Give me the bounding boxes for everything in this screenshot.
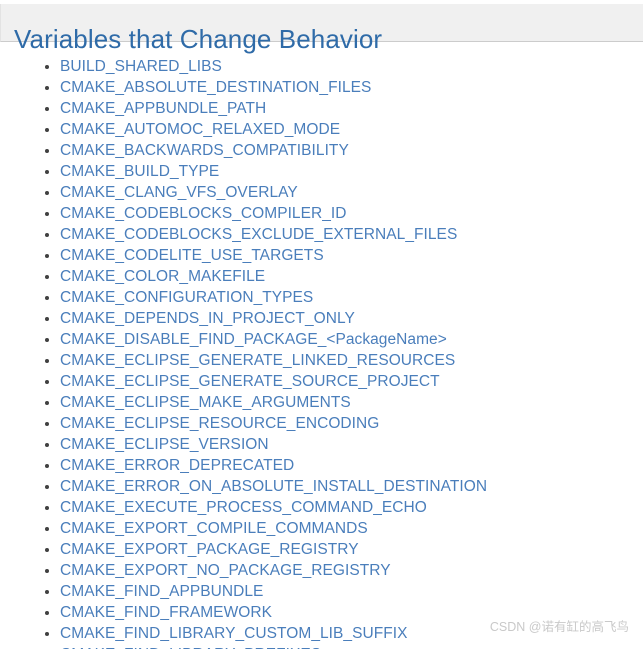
variable-link[interactable]: CMAKE_FIND_APPBUNDLE: [60, 583, 263, 600]
list-item[interactable]: CMAKE_ECLIPSE_GENERATE_SOURCE_PROJECT: [0, 371, 643, 392]
variable-link[interactable]: CMAKE_CONFIGURATION_TYPES: [60, 289, 313, 306]
variable-link[interactable]: CMAKE_ECLIPSE_MAKE_ARGUMENTS: [60, 394, 351, 411]
list-item[interactable]: CMAKE_EXPORT_PACKAGE_REGISTRY: [0, 539, 643, 560]
list-item[interactable]: CMAKE_EXECUTE_PROCESS_COMMAND_ECHO: [0, 497, 643, 518]
variable-link[interactable]: CMAKE_FIND_FRAMEWORK: [60, 604, 272, 621]
bullet-icon: [45, 464, 49, 468]
list-item[interactable]: CMAKE_CLANG_VFS_OVERLAY: [0, 182, 643, 203]
variable-link[interactable]: CMAKE_ECLIPSE_RESOURCE_ENCODING: [60, 415, 379, 432]
variable-link[interactable]: CMAKE_BUILD_TYPE: [60, 163, 219, 180]
variable-link[interactable]: CMAKE_BACKWARDS_COMPATIBILITY: [60, 142, 349, 159]
variable-link[interactable]: CMAKE_DISABLE_FIND_PACKAGE_<PackageName>: [60, 331, 447, 348]
list-item[interactable]: CMAKE_DEPENDS_IN_PROJECT_ONLY: [0, 308, 643, 329]
list-item[interactable]: CMAKE_DISABLE_FIND_PACKAGE_<PackageName>: [0, 329, 643, 350]
variable-link[interactable]: CMAKE_COLOR_MAKEFILE: [60, 268, 265, 285]
variable-link[interactable]: CMAKE_ERROR_DEPRECATED: [60, 457, 294, 474]
list-item[interactable]: CMAKE_CONFIGURATION_TYPES: [0, 287, 643, 308]
bullet-icon: [45, 548, 49, 552]
list-item[interactable]: CMAKE_APPBUNDLE_PATH: [0, 98, 643, 119]
bullet-icon: [45, 65, 49, 69]
variable-link[interactable]: CMAKE_CODEBLOCKS_EXCLUDE_EXTERNAL_FILES: [60, 226, 457, 243]
list-item[interactable]: CMAKE_ABSOLUTE_DESTINATION_FILES: [0, 77, 643, 98]
bullet-icon: [45, 107, 49, 111]
section-header-bar: Variables that Change Behavior: [0, 4, 643, 54]
variable-link[interactable]: CMAKE_APPBUNDLE_PATH: [60, 100, 266, 117]
bullet-icon: [45, 611, 49, 615]
bullet-icon: [45, 443, 49, 447]
document-page: Variables that Change Behavior BUILD_SHA…: [0, 0, 643, 649]
list-item[interactable]: CMAKE_BACKWARDS_COMPATIBILITY: [0, 140, 643, 161]
bullet-icon: [45, 212, 49, 216]
variable-link[interactable]: CMAKE_ECLIPSE_GENERATE_LINKED_RESOURCES: [60, 352, 455, 369]
variable-link[interactable]: CMAKE_EXPORT_PACKAGE_REGISTRY: [60, 541, 359, 558]
list-item[interactable]: CMAKE_ERROR_ON_ABSOLUTE_INSTALL_DESTINAT…: [0, 476, 643, 497]
bullet-icon: [45, 338, 49, 342]
list-item[interactable]: CMAKE_CODEBLOCKS_EXCLUDE_EXTERNAL_FILES: [0, 224, 643, 245]
bullet-icon: [45, 632, 49, 636]
variable-link[interactable]: CMAKE_DEPENDS_IN_PROJECT_ONLY: [60, 310, 355, 327]
variable-link[interactable]: CMAKE_EXECUTE_PROCESS_COMMAND_ECHO: [60, 499, 427, 516]
list-item[interactable]: CMAKE_ECLIPSE_GENERATE_LINKED_RESOURCES: [0, 350, 643, 371]
bullet-icon: [45, 401, 49, 405]
list-item[interactable]: CMAKE_FIND_LIBRARY_PREFIXES: [0, 644, 643, 649]
bullet-icon: [45, 527, 49, 531]
variable-link[interactable]: CMAKE_ABSOLUTE_DESTINATION_FILES: [60, 79, 371, 96]
variable-link[interactable]: BUILD_SHARED_LIBS: [60, 58, 222, 75]
list-item[interactable]: CMAKE_FIND_LIBRARY_CUSTOM_LIB_SUFFIX: [0, 623, 643, 644]
bullet-icon: [45, 590, 49, 594]
list-item[interactable]: BUILD_SHARED_LIBS: [0, 56, 643, 77]
bullet-icon: [45, 275, 49, 279]
variable-link[interactable]: CMAKE_CODELITE_USE_TARGETS: [60, 247, 324, 264]
list-item[interactable]: CMAKE_ECLIPSE_VERSION: [0, 434, 643, 455]
list-item[interactable]: CMAKE_COLOR_MAKEFILE: [0, 266, 643, 287]
variable-list: BUILD_SHARED_LIBS CMAKE_ABSOLUTE_DESTINAT…: [0, 43, 643, 649]
list-item[interactable]: CMAKE_ECLIPSE_MAKE_ARGUMENTS: [0, 392, 643, 413]
list-item[interactable]: CMAKE_AUTOMOC_RELAXED_MODE: [0, 119, 643, 140]
list-item[interactable]: CMAKE_BUILD_TYPE: [0, 161, 643, 182]
variable-link[interactable]: CMAKE_ECLIPSE_GENERATE_SOURCE_PROJECT: [60, 373, 440, 390]
list-item[interactable]: CMAKE_ERROR_DEPRECATED: [0, 455, 643, 476]
variable-link[interactable]: CMAKE_FIND_LIBRARY_CUSTOM_LIB_SUFFIX: [60, 625, 408, 642]
bullet-icon: [45, 317, 49, 321]
list-item[interactable]: CMAKE_CODELITE_USE_TARGETS: [0, 245, 643, 266]
bullet-icon: [45, 86, 49, 90]
list-item[interactable]: CMAKE_CODEBLOCKS_COMPILER_ID: [0, 203, 643, 224]
bullet-icon: [45, 506, 49, 510]
bullet-icon: [45, 485, 49, 489]
variable-link[interactable]: CMAKE_AUTOMOC_RELAXED_MODE: [60, 121, 340, 138]
bullet-icon: [45, 170, 49, 174]
variable-link[interactable]: CMAKE_ERROR_ON_ABSOLUTE_INSTALL_DESTINAT…: [60, 478, 487, 495]
variable-link[interactable]: CMAKE_EXPORT_COMPILE_COMMANDS: [60, 520, 368, 537]
bullet-icon: [45, 422, 49, 426]
variable-link[interactable]: CMAKE_CLANG_VFS_OVERLAY: [60, 184, 298, 201]
variable-list-container: BUILD_SHARED_LIBS CMAKE_ABSOLUTE_DESTINAT…: [0, 43, 643, 649]
bullet-icon: [45, 569, 49, 573]
bullet-icon: [45, 128, 49, 132]
bullet-icon: [45, 359, 49, 363]
list-item[interactable]: CMAKE_EXPORT_COMPILE_COMMANDS: [0, 518, 643, 539]
list-item[interactable]: CMAKE_FIND_FRAMEWORK: [0, 602, 643, 623]
list-item[interactable]: CMAKE_ECLIPSE_RESOURCE_ENCODING: [0, 413, 643, 434]
variable-link[interactable]: CMAKE_ECLIPSE_VERSION: [60, 436, 269, 453]
list-item[interactable]: CMAKE_FIND_APPBUNDLE: [0, 581, 643, 602]
list-item[interactable]: CMAKE_EXPORT_NO_PACKAGE_REGISTRY: [0, 560, 643, 581]
bullet-icon: [45, 254, 49, 258]
bullet-icon: [45, 296, 49, 300]
bullet-icon: [45, 233, 49, 237]
bullet-icon: [45, 380, 49, 384]
variable-link[interactable]: CMAKE_EXPORT_NO_PACKAGE_REGISTRY: [60, 562, 391, 579]
variable-link[interactable]: CMAKE_CODEBLOCKS_COMPILER_ID: [60, 205, 347, 222]
bullet-icon: [45, 149, 49, 153]
bullet-icon: [45, 191, 49, 195]
